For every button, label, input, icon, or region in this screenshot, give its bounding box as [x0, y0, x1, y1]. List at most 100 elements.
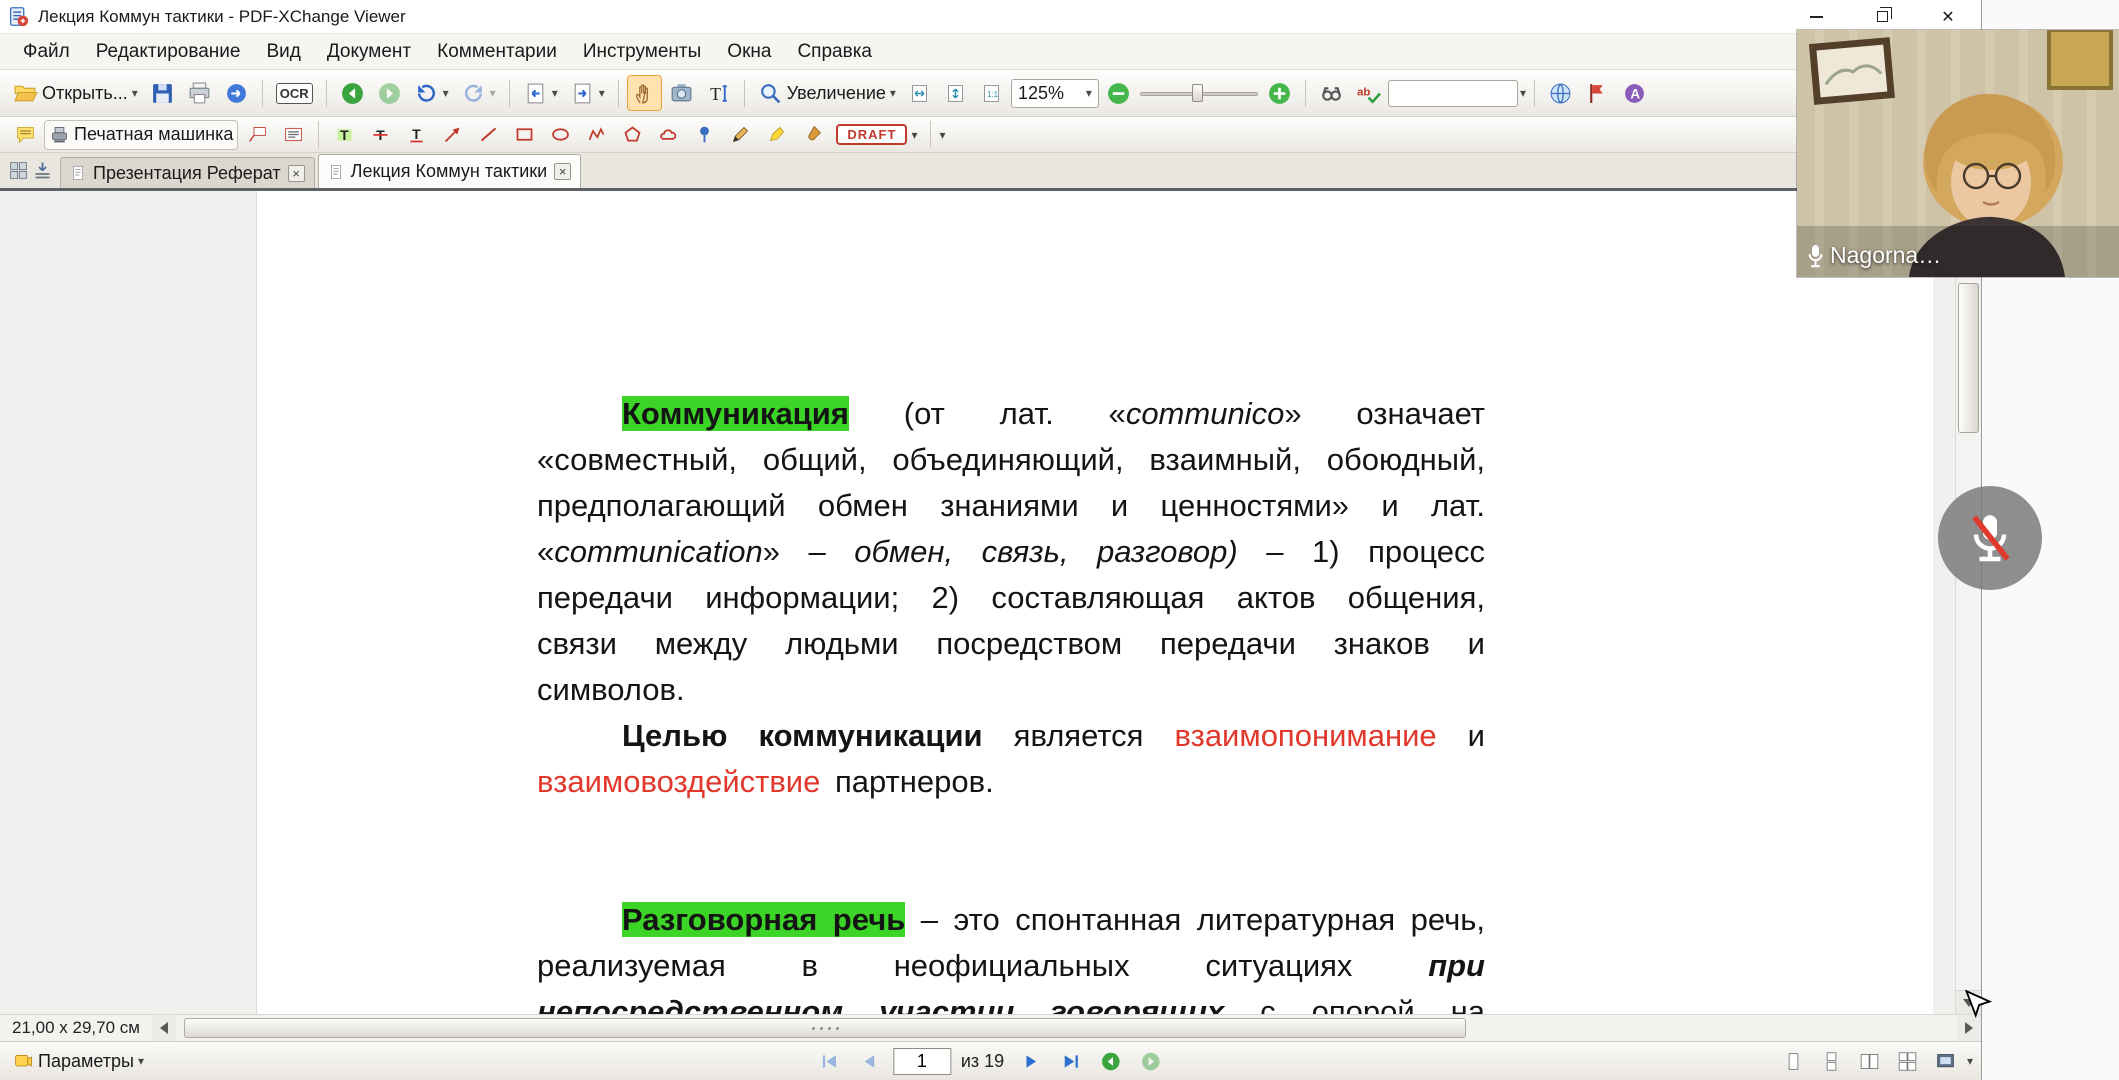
- redo-button[interactable]: ▾: [456, 75, 501, 111]
- horizontal-scroll-thumb[interactable]: [184, 1018, 1466, 1038]
- microphone-muted-icon: [1962, 510, 2018, 566]
- history-back-button[interactable]: [1094, 1043, 1128, 1079]
- minimize-icon: [1810, 16, 1823, 18]
- spell-check-button[interactable]: ab: [1351, 75, 1386, 111]
- fit-page-button[interactable]: [903, 75, 937, 111]
- export-button[interactable]: [219, 75, 254, 111]
- pin-tool-button[interactable]: [687, 120, 721, 150]
- rectangle-tool-button[interactable]: [507, 120, 541, 150]
- page-margin-left: [0, 191, 257, 1014]
- horizontal-scroll-track[interactable]: [176, 1015, 1957, 1041]
- toolbar-overflow-icon[interactable]: ▾: [939, 129, 945, 141]
- menu-file[interactable]: Файл: [10, 36, 83, 68]
- scroll-left-button[interactable]: [152, 1015, 176, 1041]
- tab-presentation-referat[interactable]: Презентация Реферат ×: [60, 157, 315, 188]
- continuous-page-button[interactable]: [1815, 1043, 1849, 1079]
- menu-edit[interactable]: Редактирование: [83, 36, 254, 68]
- menu-document[interactable]: Документ: [314, 36, 424, 68]
- next-view-button[interactable]: ▾: [565, 75, 610, 111]
- go-back-button[interactable]: [335, 75, 370, 111]
- loupe-button[interactable]: [1314, 75, 1349, 111]
- strikeout-text-button[interactable]: T: [363, 120, 397, 150]
- search-input[interactable]: [1388, 80, 1518, 107]
- ocr-button[interactable]: OCR: [271, 75, 318, 111]
- previous-view-button[interactable]: ▾: [518, 75, 563, 111]
- zoom-out-button[interactable]: [1101, 75, 1136, 111]
- stamp-tool-button[interactable]: DRAFT ▾: [831, 120, 922, 150]
- arrow-tool-button[interactable]: [435, 120, 469, 150]
- zoom-in-button[interactable]: [1262, 75, 1297, 111]
- flag-button[interactable]: [1580, 75, 1615, 111]
- menu-comments[interactable]: Комментарии: [424, 36, 570, 68]
- restore-button[interactable]: [1849, 0, 1915, 33]
- vertical-scroll-thumb[interactable]: [1958, 283, 1979, 433]
- polyline-tool-button[interactable]: [579, 120, 613, 150]
- history-forward-button[interactable]: [1134, 1043, 1168, 1079]
- options-button[interactable]: Параметры ▾: [8, 1043, 149, 1079]
- underline-text-button[interactable]: T: [399, 120, 433, 150]
- layout-overflow-icon[interactable]: ▾: [1967, 1055, 1973, 1067]
- highlight-text-button[interactable]: T: [327, 120, 361, 150]
- menu-view[interactable]: Вид: [253, 36, 313, 68]
- zoom-menu-button[interactable]: Увеличение ▾: [753, 75, 901, 111]
- undo-button[interactable]: ▾: [409, 75, 454, 111]
- options-icon: [13, 1051, 34, 1072]
- typewriter-label: Печатная машинка: [74, 124, 233, 145]
- zoom-slider[interactable]: [1140, 82, 1258, 104]
- menu-windows[interactable]: Окна: [714, 36, 784, 68]
- web-link-button[interactable]: [1543, 75, 1578, 111]
- go-forward-button[interactable]: [372, 75, 407, 111]
- line-tool-button[interactable]: [471, 120, 505, 150]
- minimize-button[interactable]: [1783, 0, 1849, 33]
- page-number-input[interactable]: [893, 1048, 951, 1075]
- pencil-tool-button[interactable]: [723, 120, 757, 150]
- scroll-down-button[interactable]: [1956, 990, 1981, 1014]
- toolbar-separator: [744, 80, 745, 107]
- polygon-tool-button[interactable]: [615, 120, 649, 150]
- open-button[interactable]: Открыть... ▾: [8, 75, 143, 111]
- page-size-label: 21,00 x 29,70 см: [0, 1018, 152, 1038]
- print-button[interactable]: [182, 75, 217, 111]
- scroll-right-button[interactable]: [1957, 1015, 1981, 1041]
- arrange-tabs-icon[interactable]: [32, 160, 53, 181]
- hand-tool-button[interactable]: [627, 75, 662, 111]
- text-callout-button[interactable]: [240, 120, 274, 150]
- select-text-button[interactable]: T: [701, 75, 736, 111]
- accessibility-button[interactable]: A: [1617, 75, 1652, 111]
- close-button[interactable]: ✕: [1915, 0, 1981, 33]
- typewriter-tool-button[interactable]: Печатная машинка: [44, 120, 238, 150]
- two-pages-button[interactable]: [1853, 1043, 1887, 1079]
- highlighter-pen-button[interactable]: [759, 120, 793, 150]
- save-button[interactable]: [145, 75, 180, 111]
- menu-help[interactable]: Справка: [784, 36, 885, 68]
- redo-icon: [461, 81, 486, 106]
- text-run: и: [1437, 718, 1485, 753]
- menu-tools[interactable]: Инструменты: [570, 36, 714, 68]
- two-pages-continuous-button[interactable]: [1891, 1043, 1925, 1079]
- next-page-button[interactable]: [1014, 1043, 1048, 1079]
- microphone-muted-button[interactable]: [1938, 486, 2042, 590]
- brush-tool-button[interactable]: [795, 120, 829, 150]
- zoom-slider-thumb[interactable]: [1192, 84, 1203, 102]
- tab-close-icon[interactable]: ×: [554, 163, 571, 180]
- previous-page-button[interactable]: [853, 1043, 887, 1079]
- snapshot-button[interactable]: [664, 75, 699, 111]
- document-paragraph: Разговорная речь – это спонтанная литера…: [537, 897, 1485, 1014]
- cloud-tool-button[interactable]: [651, 120, 685, 150]
- actual-size-button[interactable]: 1:1: [975, 75, 1009, 111]
- tab-close-icon[interactable]: ×: [288, 165, 305, 182]
- thumbnails-panel-icon[interactable]: [8, 160, 29, 181]
- sticky-note-button[interactable]: [8, 120, 42, 150]
- typewriter-icon: [49, 124, 70, 145]
- ellipse-tool-button[interactable]: [543, 120, 577, 150]
- fit-width-button[interactable]: [939, 75, 973, 111]
- text-box-button[interactable]: [276, 120, 310, 150]
- vertical-scrollbar[interactable]: [1955, 191, 1981, 1014]
- zoom-level-combo[interactable]: 125% ▾: [1011, 79, 1099, 108]
- full-screen-button[interactable]: [1929, 1043, 1963, 1079]
- single-page-button[interactable]: [1777, 1043, 1811, 1079]
- text-run: communication: [554, 534, 762, 569]
- tab-lekcia-kommun-taktiki[interactable]: Лекция Коммун тактики ×: [318, 154, 582, 188]
- last-page-button[interactable]: [1054, 1043, 1088, 1079]
- first-page-button[interactable]: [813, 1043, 847, 1079]
